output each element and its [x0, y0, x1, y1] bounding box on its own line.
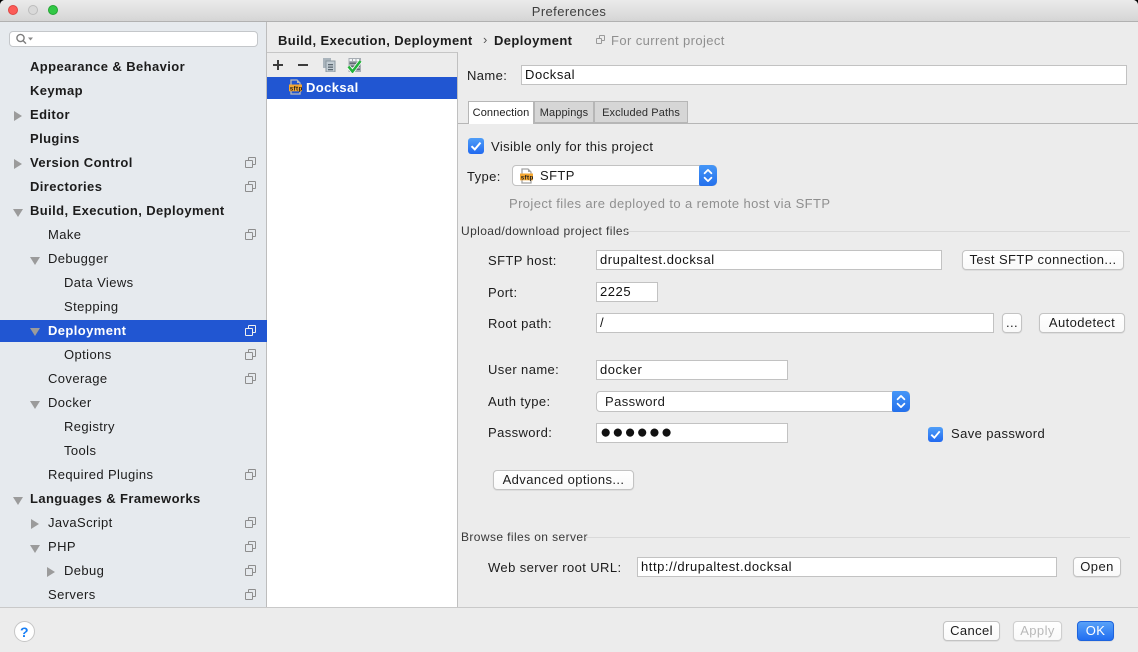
svg-text:sftp: sftp	[290, 85, 302, 92]
svg-text:sftp: sftp	[521, 174, 533, 181]
